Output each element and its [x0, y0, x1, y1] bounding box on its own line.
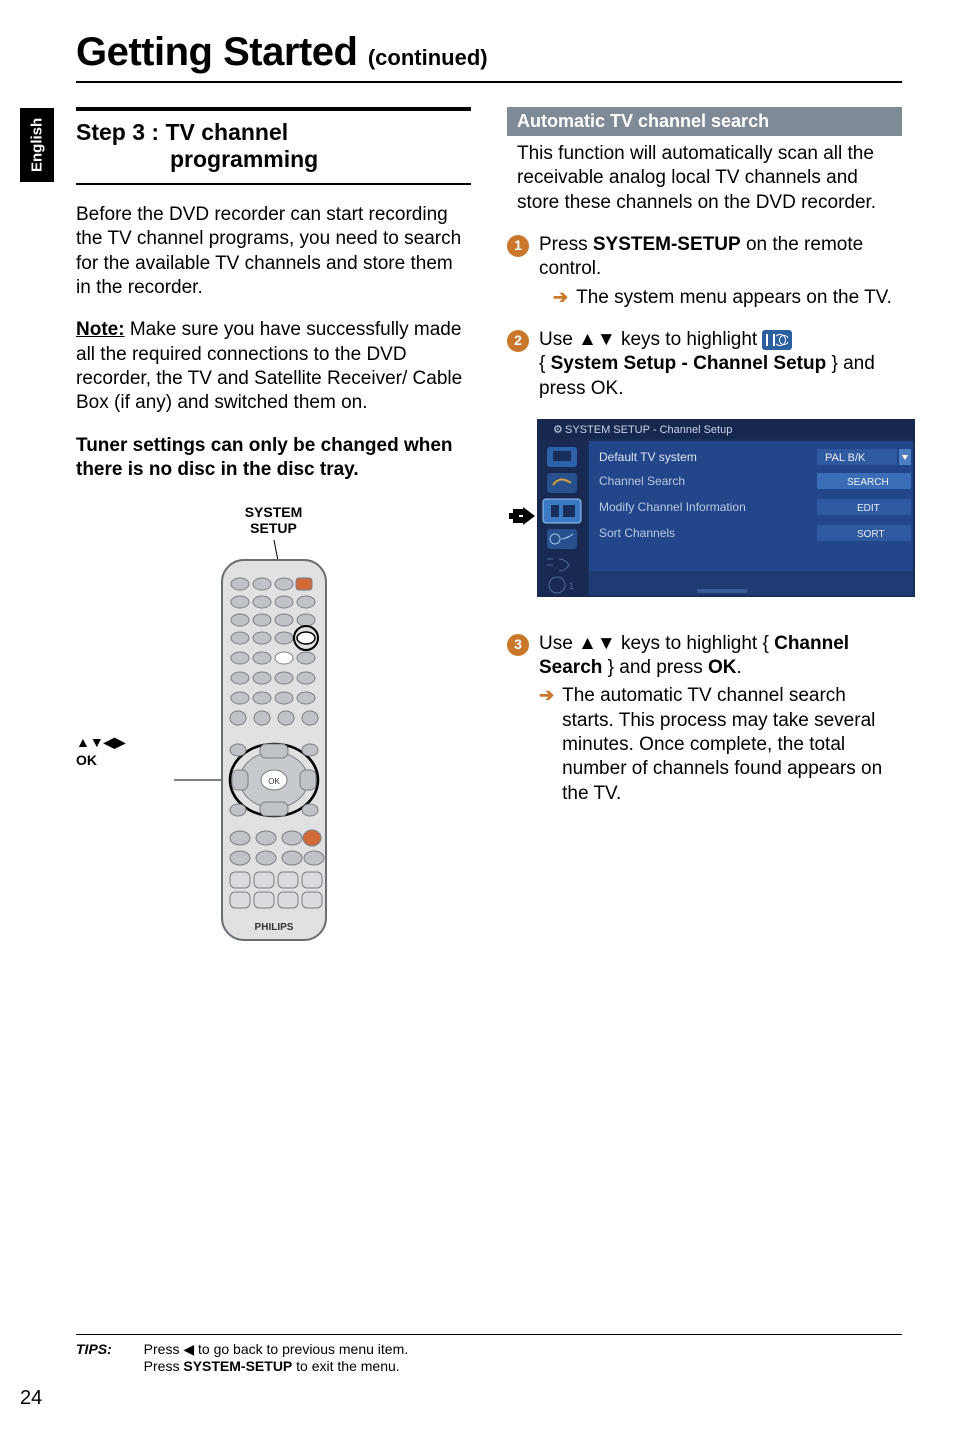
step-1-body: Press SYSTEM-SETUP on the remote control…: [539, 233, 902, 310]
tips-2-b: to exit the menu.: [292, 1358, 399, 1374]
step-2: 2 Use ▲▼ keys to highlight { System Setu…: [507, 328, 902, 401]
menu-row-0-label: Default TV system: [599, 450, 697, 464]
note-paragraph: Note: Make sure you have successfully ma…: [76, 318, 471, 415]
step-3-b: } and press: [602, 657, 708, 678]
tips-label: TIPS:: [76, 1341, 112, 1357]
tips-bar: TIPS: Press ◀ to go back to previous men…: [76, 1334, 902, 1374]
page-root: English Getting Started (continued) Step…: [0, 0, 954, 1432]
note-label: Note:: [76, 319, 125, 340]
svg-text:OK: OK: [268, 777, 280, 786]
tips-2-bold: SYSTEM-SETUP: [183, 1358, 292, 1374]
menu-row-0-value: PAL B/K: [825, 452, 866, 464]
intro-paragraph: Before the DVD recorder can start record…: [76, 203, 471, 300]
step-1-result-row: ➔ The system menu appears on the TV.: [553, 286, 902, 310]
remote-top-1: SYSTEM: [245, 504, 303, 520]
step-3-ok: OK: [708, 657, 737, 678]
step-3: 3 Use ▲▼ keys to highlight { Channel Sea…: [507, 632, 902, 806]
tuner-icon: [762, 330, 792, 350]
menu-row-1-value: SEARCH: [847, 477, 889, 488]
step-2-bold: System Setup - Channel Setup: [551, 353, 827, 374]
step-title-1: TV channel: [165, 119, 288, 145]
arrow-icon: ➔: [553, 286, 568, 310]
right-column: Automatic TV channel search This functio…: [507, 97, 902, 960]
tips-1-b: to go back to previous menu item.: [194, 1341, 408, 1357]
title-rule: [76, 81, 902, 83]
step-line-1: Step 3 : TV channel: [76, 119, 471, 146]
menu-row-3-label: Sort Channels: [599, 526, 675, 540]
right-intro: This function will automatically scan al…: [507, 142, 902, 215]
step-prefix: Step 3 :: [76, 119, 159, 145]
tips-2-a: Press: [144, 1358, 184, 1374]
menu-row-2-label: Modify Channel Information: [599, 500, 746, 514]
step-2-prefix: {: [539, 353, 551, 374]
menu-row-1-label: Channel Search: [599, 474, 685, 488]
title-continued: (continued): [368, 45, 488, 70]
arrow-icon: ➔: [539, 684, 554, 806]
remote-icon: OK: [174, 540, 374, 960]
remote-brand-text: PHILIPS: [254, 922, 293, 933]
remote-left-2: OK: [76, 752, 97, 768]
remote-top-caption: SYSTEM SETUP: [76, 504, 471, 536]
menu-row-2-value: EDIT: [857, 503, 880, 514]
columns: Step 3 : TV channel programming Before t…: [76, 97, 902, 960]
tips-line-2: Press SYSTEM-SETUP to exit the menu.: [144, 1358, 400, 1374]
subheader-automatic-search: Automatic TV channel search: [507, 107, 902, 136]
step-3-result-row: ➔ The automatic TV channel search starts…: [539, 684, 902, 806]
step-1-result: The system menu appears on the TV.: [576, 286, 892, 310]
tips-1-a: Press: [144, 1341, 184, 1357]
step-3-body: Use ▲▼ keys to highlight { Channel Searc…: [539, 632, 902, 806]
step-heading: Step 3 : TV channel programming: [76, 107, 471, 185]
step-2-body: Use ▲▼ keys to highlight { System Setup …: [539, 328, 902, 401]
step-2-a: Use ▲▼ keys to highlight: [539, 329, 762, 350]
step-line-2: programming: [170, 146, 471, 173]
tips-line-1: Press ◀ to go back to previous menu item…: [144, 1341, 408, 1357]
remote-left-caption: ▲▼◀▶ OK: [76, 734, 125, 769]
page-number: 24: [20, 1387, 42, 1410]
remote-figure: SYSTEM SETUP ▲▼◀▶ OK: [76, 504, 471, 960]
left-arrow-icon: ◀: [183, 1341, 194, 1357]
step-1-key: SYSTEM-SETUP: [593, 234, 741, 255]
remote-left-1: ▲▼◀▶: [76, 734, 125, 750]
svg-text:1: 1: [569, 581, 574, 591]
language-tab: English: [20, 108, 54, 182]
note-body: Make sure you have successfully made all…: [76, 319, 462, 413]
title-block: Getting Started (continued): [76, 30, 902, 83]
step-1: 1 Press SYSTEM-SETUP on the remote contr…: [507, 233, 902, 310]
menu-svg: ⚙ SYSTEM SETUP - Channel Setup: [507, 419, 917, 599]
step-1-badge: 1: [507, 235, 529, 257]
menu-row-3-value: SORT: [857, 529, 885, 540]
title-main: Getting Started: [76, 30, 357, 74]
step-1-a: Press: [539, 234, 593, 255]
step-3-a: Use ▲▼ keys to highlight {: [539, 633, 774, 654]
step-3-c: .: [737, 657, 742, 678]
tuner-warning: Tuner settings can only be changed when …: [76, 434, 471, 483]
menu-screenshot: ⚙ SYSTEM SETUP - Channel Setup: [507, 419, 902, 604]
step-3-result: The automatic TV channel search starts. …: [562, 684, 902, 806]
remote-top-2: SETUP: [250, 520, 297, 536]
left-column: Step 3 : TV channel programming Before t…: [76, 97, 471, 960]
svg-text:⚙: ⚙: [553, 424, 563, 436]
step-3-badge: 3: [507, 634, 529, 656]
menu-breadcrumb: SYSTEM SETUP - Channel Setup: [565, 424, 732, 436]
step-2-badge: 2: [507, 330, 529, 352]
